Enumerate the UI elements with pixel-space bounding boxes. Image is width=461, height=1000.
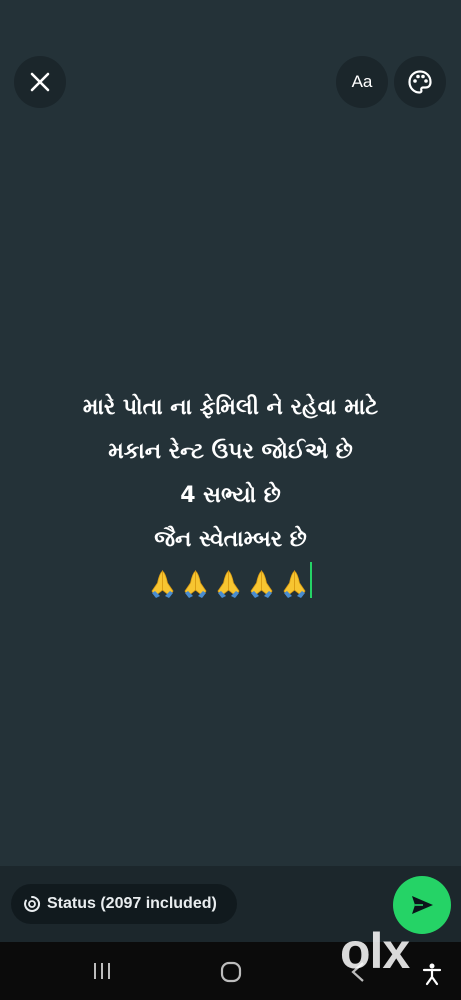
background-color-button[interactable] [394,56,446,108]
font-style-label: Aa [351,72,373,91]
status-ring-icon [24,895,41,912]
folded-hands-emoji [184,570,207,598]
send-icon [412,896,433,914]
accessibility-icon[interactable] [421,962,443,986]
folded-hands-emoji-row [149,562,308,606]
message-line-4: જૈન સ્વેતામ્બર છે [154,527,307,552]
folded-hands-emoji [250,570,273,598]
message-line-3: 4 સભ્યો છે [180,483,281,508]
status-audience-label: Status (2097 included) [47,895,217,912]
close-button[interactable] [14,56,66,108]
folded-hands-emoji [217,570,240,598]
message-line-1: મારે પોતા ના ફેમિલી ને રહેવા માટે [82,395,379,420]
close-icon [30,72,50,92]
status-audience-button[interactable]: Status (2097 included) [11,884,237,924]
home-icon[interactable] [219,960,243,984]
font-style-button[interactable]: Aa [336,56,388,108]
text-cursor [310,562,312,598]
folded-hands-emoji [151,570,174,598]
olx-watermark: olx [340,923,410,979]
folded-hands-emoji [283,570,306,598]
message-line-2: મકાન રેન્ટ ઉપર જોઈએ છે [108,439,353,464]
status-text-message[interactable]: મારે પોતા ના ફેમિલી ને રહેવા માટે મકાન ર… [0,386,461,614]
palette-icon [408,70,432,94]
recent-apps-icon[interactable] [90,960,114,982]
